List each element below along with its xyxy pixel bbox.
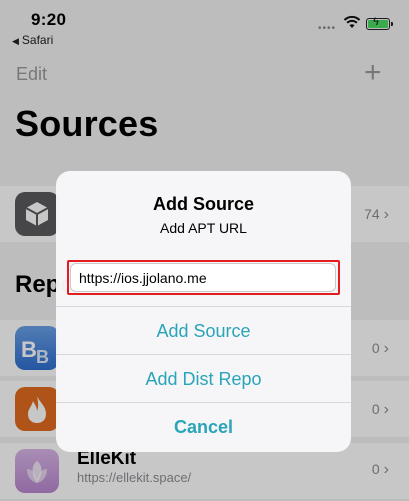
cancel-button[interactable]: Cancel xyxy=(56,402,351,450)
add-dist-repo-button[interactable]: Add Dist Repo xyxy=(56,354,351,402)
add-source-button[interactable]: Add Source xyxy=(56,306,351,354)
alert-message: Add APT URL xyxy=(160,220,247,236)
add-source-alert: Add Source Add APT URL Add Source Add Di… xyxy=(56,171,351,452)
alert-title: Add Source xyxy=(152,194,254,214)
input-highlight-box xyxy=(67,260,340,295)
